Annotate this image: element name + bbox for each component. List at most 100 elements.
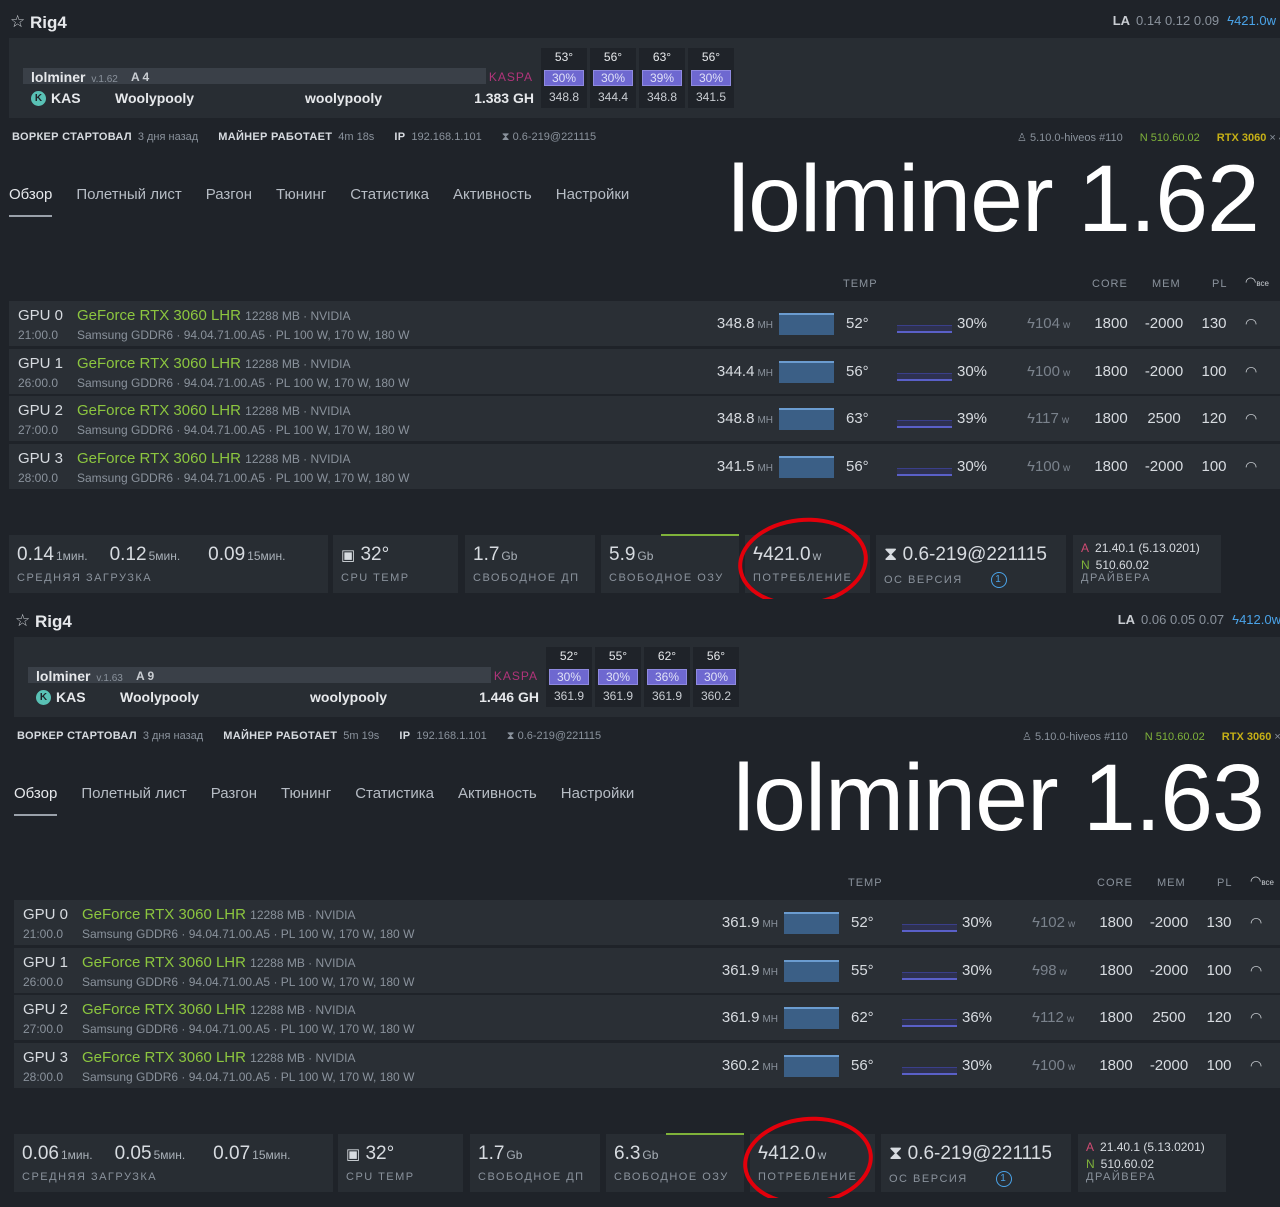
gauge-icon[interactable]: ◠ bbox=[1250, 914, 1262, 931]
gauge-icon[interactable]: ◠ bbox=[1245, 410, 1257, 427]
worker-started-label: ВОРКЕР СТАРТОВАЛ bbox=[17, 730, 137, 742]
gauge-icon[interactable]: ◠ bbox=[1245, 458, 1257, 475]
rig-panel: ☆ Rig4 LA 0.06 0.05 0.07 ϟ412.0w lolminer … bbox=[0, 599, 1280, 1198]
nvidia-driver-version: 510.60.02 bbox=[1095, 558, 1150, 572]
gpu-summary-column[interactable]: 53° 30% 348.8 bbox=[541, 48, 587, 108]
tab-item[interactable]: Разгон bbox=[211, 785, 257, 802]
gpu-summary-column[interactable]: 52° 30% 361.9 bbox=[546, 647, 592, 707]
rig-name[interactable]: Rig4 bbox=[35, 612, 72, 632]
gpu-index: GPU 3 bbox=[18, 449, 64, 467]
gpu-row[interactable]: GPU 1 26:00.0 GeForce RTX 3060 LHR 12288 M… bbox=[14, 947, 1280, 994]
nvidia-driver-prefix: N bbox=[1081, 558, 1090, 572]
gpu-fan: 30% bbox=[957, 362, 988, 380]
gpu-summary-column[interactable]: 56° 30% 360.2 bbox=[693, 647, 739, 707]
os-version-inline: 0.6-219@221115 bbox=[512, 131, 597, 143]
gpu-row[interactable]: GPU 0 21:00.0 GeForce RTX 3060 LHR 12288 M… bbox=[14, 900, 1280, 946]
gpu-hashrate-unit: MH bbox=[757, 415, 773, 426]
gpu-hashrate-sparkline bbox=[784, 1007, 839, 1029]
gpu-count: × 4 bbox=[1269, 132, 1280, 144]
tab-item[interactable]: Настройки bbox=[561, 785, 635, 802]
info-icon[interactable]: 1 bbox=[995, 1171, 1012, 1187]
gpu-fan: 39% bbox=[957, 410, 988, 427]
gauge-all-button[interactable]: ◠все bbox=[1250, 873, 1274, 889]
la15-value: 0.09 bbox=[208, 544, 246, 565]
gpu-power-value: 102 bbox=[1039, 914, 1065, 931]
gpu-model-name: GeForce RTX 3060 LHR bbox=[77, 354, 241, 372]
tab-item[interactable]: Обзор bbox=[9, 186, 53, 217]
tab-item[interactable]: Тюнинг bbox=[276, 186, 326, 203]
gpu-row[interactable]: GPU 0 21:00.0 GeForce RTX 3060 LHR 12288 M… bbox=[9, 301, 1280, 347]
ip-value: 192.168.1.101 bbox=[416, 730, 487, 742]
gpu-fan-sparkline bbox=[902, 971, 957, 980]
gpu-memory-info: Samsung GDDR6 · 94.04.71.00.A5 · PL 100 … bbox=[82, 927, 415, 941]
kernel-info: ♙ 5.10.0-hiveos #110 N 510.60.02 RTX 306… bbox=[1017, 131, 1280, 144]
gpu-summary-column[interactable]: 56° 30% 344.4 bbox=[590, 48, 636, 108]
miner-version: v.1.62 bbox=[91, 74, 118, 85]
gpu-row[interactable]: GPU 3 28:00.0 GeForce RTX 3060 LHR 12288 M… bbox=[14, 1042, 1280, 1089]
gpu-summary-hashrate: 360.2 bbox=[700, 689, 732, 703]
nvidia-driver-version: 510.60.02 bbox=[1100, 1157, 1155, 1171]
gpu-bus-id: 28:00.0 bbox=[18, 470, 59, 485]
gauge-all-button[interactable]: ◠все bbox=[1245, 274, 1269, 290]
lightning-icon: ϟ bbox=[1027, 410, 1035, 427]
gpu-hashrate-sparkline bbox=[779, 408, 834, 430]
tab-item[interactable]: Полетный лист bbox=[81, 785, 186, 802]
gpu-summary-column[interactable]: 62° 36% 361.9 bbox=[644, 647, 690, 707]
gpu-summary-column[interactable]: 55° 30% 361.9 bbox=[595, 647, 641, 707]
gpu-summary-fan: 30% bbox=[598, 669, 638, 685]
gpu-row[interactable]: GPU 2 27:00.0 GeForce RTX 3060 LHR 12288 M… bbox=[9, 396, 1280, 442]
tab-item[interactable]: Разгон bbox=[206, 186, 252, 203]
star-icon[interactable]: ☆ bbox=[10, 12, 25, 32]
hive-logo-icon: ⧗ bbox=[501, 131, 510, 143]
miner-name[interactable]: lolminer v.1.62 bbox=[31, 69, 118, 85]
free-disk-unit: Gb bbox=[506, 1148, 523, 1162]
tab-item[interactable]: Статистика bbox=[350, 186, 429, 203]
star-icon[interactable]: ☆ bbox=[15, 611, 30, 631]
ip-value: 192.168.1.101 bbox=[411, 131, 482, 143]
drivers-label: ДРАЙВЕРА bbox=[1081, 572, 1151, 584]
rig-tabs: Обзор Полетный лист Разгон Тюнинг Статистика… bbox=[14, 785, 658, 816]
gpu-core-clock: 1800 bbox=[1099, 1056, 1133, 1074]
gpu-power: ϟ102 w bbox=[1032, 914, 1075, 931]
gauge-icon[interactable]: ◠ bbox=[1250, 1057, 1262, 1074]
rig-name[interactable]: Rig4 bbox=[30, 13, 67, 33]
gauge-icon[interactable]: ◠ bbox=[1250, 962, 1262, 979]
lightning-icon: ϟ bbox=[1032, 914, 1040, 931]
la5-value: 0.12 bbox=[109, 544, 147, 565]
header-core: CORE bbox=[1092, 278, 1128, 290]
gpu-core-clock: 1800 bbox=[1094, 410, 1128, 427]
amd-driver-version: 21.40.1 (5.13.0201) bbox=[1095, 541, 1200, 555]
tab-item[interactable]: Обзор bbox=[14, 785, 58, 816]
tab-item[interactable]: Статистика bbox=[355, 785, 434, 802]
tab-item[interactable]: Активность bbox=[458, 785, 537, 802]
tab-item[interactable]: Полетный лист bbox=[76, 186, 181, 203]
cpu-temp-label: CPU TEMP bbox=[346, 1171, 415, 1183]
miner-name[interactable]: lolminer v.1.63 bbox=[36, 668, 123, 684]
gpu-row[interactable]: GPU 2 27:00.0 GeForce RTX 3060 LHR 12288 M… bbox=[14, 995, 1280, 1041]
gpu-row[interactable]: GPU 3 28:00.0 GeForce RTX 3060 LHR 12288 M… bbox=[9, 443, 1280, 490]
drivers-card: A 21.40.1 (5.13.0201) N 510.60.02 ДРАЙВЕРА bbox=[1073, 535, 1221, 593]
algo-label: KASPA bbox=[493, 669, 538, 683]
gpu-hashrate-sparkline bbox=[784, 1054, 839, 1077]
miner-version: v.1.63 bbox=[96, 673, 123, 684]
gpu-mem-clock: -2000 bbox=[1149, 961, 1189, 979]
gauge-icon[interactable]: ◠ bbox=[1250, 1009, 1262, 1026]
info-icon[interactable]: 1 bbox=[990, 572, 1007, 588]
gpu-hashrate: 344.4 MH bbox=[689, 363, 773, 380]
tab-item[interactable]: Настройки bbox=[556, 186, 630, 203]
tab-item[interactable]: Активность bbox=[453, 186, 532, 203]
la1-unit: 1мин. bbox=[55, 549, 88, 563]
drivers-label: ДРАЙВЕРА bbox=[1086, 1171, 1156, 1183]
gpu-hashrate-value: 348.8 bbox=[716, 315, 755, 332]
gpu-summary-column[interactable]: 63° 39% 348.8 bbox=[639, 48, 685, 108]
gpu-memory-size: 12288 MB · NVIDIA bbox=[245, 404, 351, 418]
gauge-icon[interactable]: ◠ bbox=[1245, 315, 1257, 332]
tab-item[interactable]: Тюнинг bbox=[281, 785, 331, 802]
gpu-hashrate: 361.9 MH bbox=[694, 1009, 778, 1026]
rig-titlebar bbox=[0, 0, 1280, 40]
gpu-memory-info: Samsung GDDR6 · 94.04.71.00.A5 · PL 100 … bbox=[77, 470, 410, 485]
gpu-row[interactable]: GPU 1 26:00.0 GeForce RTX 3060 LHR 12288 M… bbox=[9, 348, 1280, 395]
gpu-core-clock: 1800 bbox=[1099, 914, 1133, 931]
gpu-summary-column[interactable]: 56° 30% 341.5 bbox=[688, 48, 734, 108]
gauge-icon[interactable]: ◠ bbox=[1245, 363, 1257, 380]
